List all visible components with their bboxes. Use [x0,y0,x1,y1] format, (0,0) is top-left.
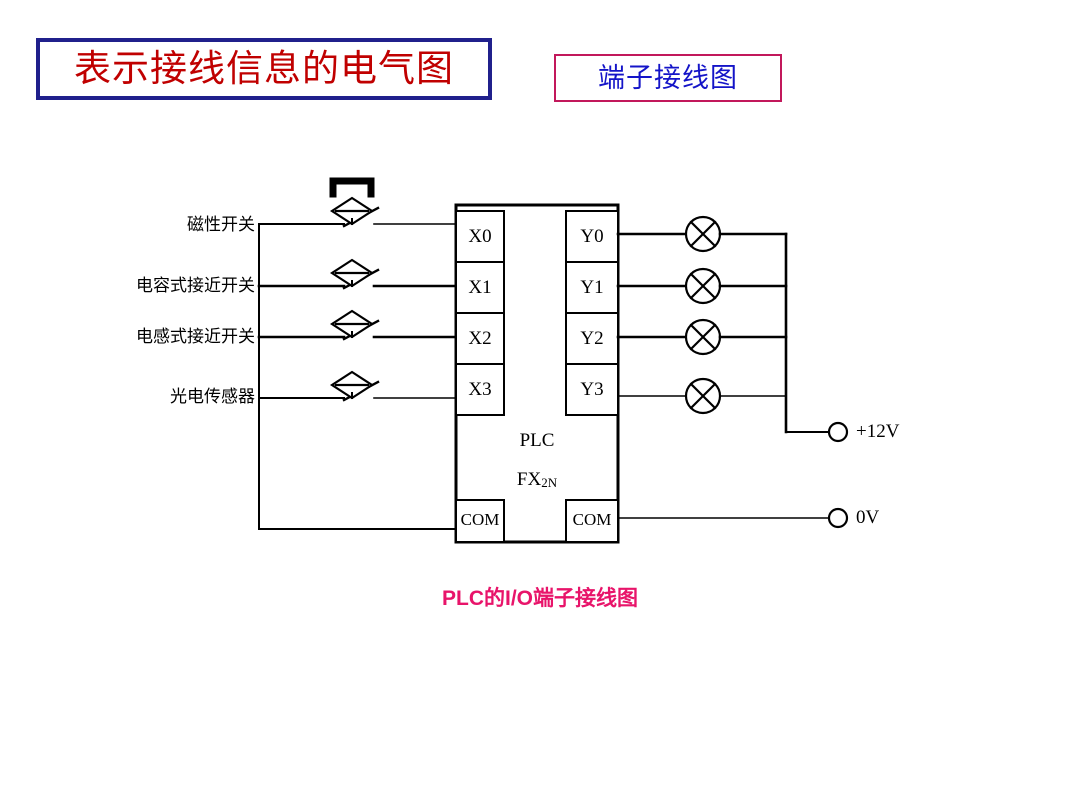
terminal-node-plus12v [827,421,849,443]
plc-terminal-label-com-right: COM [572,510,612,529]
plc-terminal-label-y3: Y3 [580,379,604,400]
plc-name-label: PLC [519,430,555,451]
magnet-bracket-icon [329,177,375,198]
terminal-node-0v [827,507,849,529]
plc-terminal-label-x3: X3 [468,379,492,400]
plc-model-label: FX2N [456,470,618,489]
plc-model-prefix: FX [516,469,542,490]
wiring-schematic [257,177,849,544]
plc-terminal-label-y0: Y0 [580,226,604,247]
plc-terminal-label-y2: Y2 [580,328,604,349]
plc-terminal-label-x2: X2 [468,328,492,349]
plc-terminal-label-x0: X0 [468,226,492,247]
plc-terminal-label-com-left: COM [460,510,500,529]
plc-model-subscript: 2N [541,475,558,490]
plc-terminal-label-x1: X1 [468,277,492,298]
diagram-canvas: 表示接线信息的电气图 端子接线图 磁性开关 电容式接近开关 电感式接近开关 光电… [0,0,1080,810]
diagram-caption: PLC的I/O端子接线图 [441,587,638,610]
plc-terminal-label-y1: Y1 [580,277,604,298]
supply-label-ground: 0V [856,507,880,528]
supply-label-positive: +12V [856,421,900,442]
